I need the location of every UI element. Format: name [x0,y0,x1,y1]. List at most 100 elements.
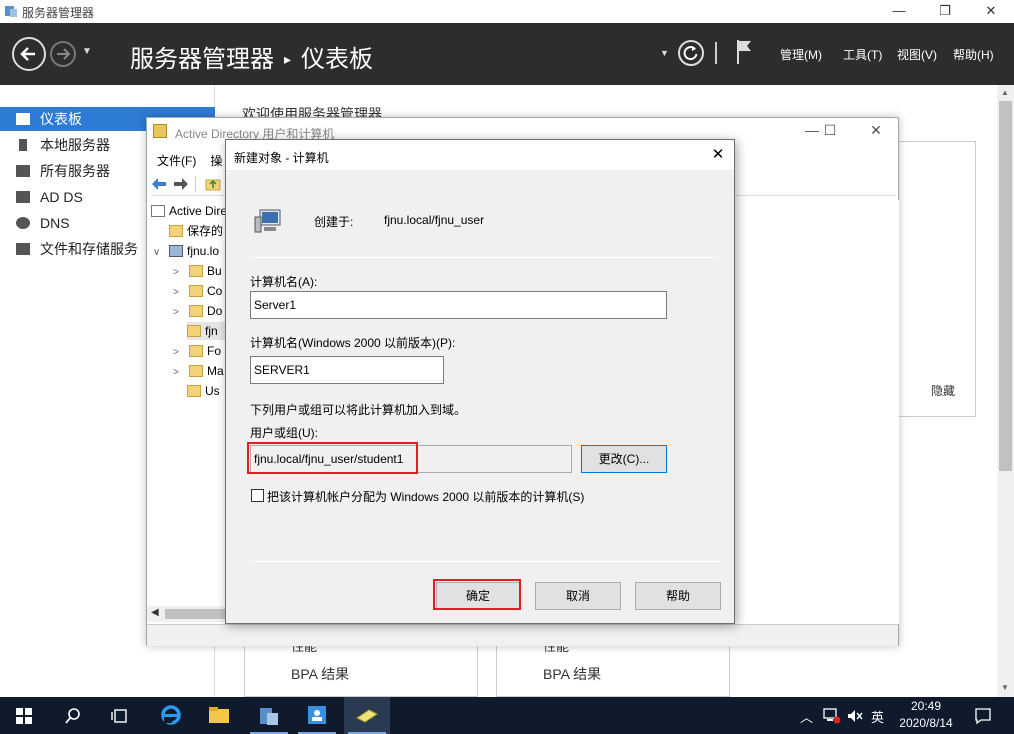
change-user-button[interactable]: 更改(C)... [581,445,667,473]
dashboard-tile [898,141,976,417]
close-button[interactable]: ✕ [968,0,1014,23]
dialog-close-button[interactable]: ✕ [704,144,732,166]
arrow-right-icon [57,48,71,60]
storage-icon [16,243,30,255]
windows-start-icon[interactable] [16,708,32,724]
expand-chevron-icon[interactable]: > [173,264,183,282]
back-arrow-icon[interactable] [151,177,167,191]
clock-date[interactable]: 2020/8/14 [896,716,956,730]
tree-item-selected[interactable]: fjn [187,322,227,340]
help-button[interactable]: 帮助 [635,582,721,610]
tree-item[interactable]: Active Direc [151,202,227,220]
volume-muted-icon[interactable] [846,708,864,724]
new-computer-dialog: 新建对象 - 计算机 ✕ 创建于: fjnu.local/fjnu_user 计… [225,139,735,624]
aduc-close-button[interactable]: ✕ [861,122,891,139]
legacy-name-label: 计算机名(Windows 2000 以前版本)(P): [250,336,456,350]
search-icon[interactable] [64,707,82,725]
expand-chevron-icon[interactable]: > [173,304,183,322]
forward-button[interactable] [50,41,76,67]
taskbar-server-manager[interactable] [246,697,292,734]
task-view-icon[interactable] [110,707,128,725]
tile-bpa-results[interactable]: BPA 结果 [291,664,349,684]
ou-folder-icon [187,325,201,337]
taskbar-file-explorer[interactable] [196,697,242,734]
legacy-computer-checkbox-label[interactable]: 把该计算机帐户分配为 Windows 2000 以前版本的计算机(S) [267,488,584,505]
minimize-button[interactable]: — [876,0,922,23]
taskbar-ie[interactable] [148,697,194,734]
expand-chevron-icon[interactable]: > [173,344,183,362]
main-scrollbar[interactable]: ▲ ▼ [997,85,1014,697]
ime-indicator[interactable]: 英 [871,707,884,726]
header-separator [715,42,717,64]
notification-flag-icon[interactable] [736,39,754,65]
tree-item[interactable]: Us [187,382,220,400]
breadcrumb-root: 服务器管理器 [130,46,274,73]
tree-item[interactable]: ∨ fjnu.lo [153,242,219,260]
legacy-computer-checkbox[interactable] [251,489,264,502]
sidebar-item-label: 本地服务器 [40,137,110,153]
ok-button[interactable]: 确定 [436,582,520,610]
computer-name-input[interactable] [250,291,667,319]
expand-chevron-icon[interactable]: > [173,284,183,302]
tree-item[interactable]: > Ma [173,362,224,380]
tree-item[interactable]: 保存的 [169,222,223,240]
tray-overflow-chevron-icon[interactable]: ︿ [800,707,813,726]
created-in-label: 创建于: [314,215,354,229]
collapse-chevron-icon[interactable]: ∨ [153,244,163,262]
server-manager-header: ▼ 服务器管理器 ▸ 仪表板 ▼ 管理(M) 工具(T) 视图(V) 帮助(H) [0,23,1014,85]
aduc-maximize-button[interactable]: ☐ [815,122,845,139]
sidebar-item-label: 仪表板 [40,111,82,127]
aduc-menu-file[interactable]: 文件(F) [157,154,196,168]
tile-bpa-results[interactable]: BPA 结果 [543,664,601,684]
breadcrumb-separator: ▸ [284,51,292,67]
forward-arrow-icon[interactable] [173,177,189,191]
scrollbar-thumb[interactable] [999,101,1012,471]
taskbar-active-app[interactable] [344,697,390,734]
sidebar-item-label: 所有服务器 [40,163,110,179]
tree-item[interactable]: > Fo [173,342,221,360]
refresh-icon [683,46,698,61]
tree-item-label: Active Direc [169,204,227,218]
cancel-button[interactable]: 取消 [535,582,621,610]
taskbar-aduc[interactable] [294,697,340,734]
aduc-app-icon [308,706,326,724]
servers-icon [16,165,30,177]
menu-tools[interactable]: 工具(T) [843,46,882,63]
file-explorer-icon [209,707,229,723]
aduc-app-icon [153,124,167,138]
history-dropdown-icon[interactable]: ▼ [82,46,92,57]
server-icon [19,139,27,151]
sidebar-item-label: AD DS [40,189,83,205]
notification-center-icon[interactable] [974,707,992,725]
tree-horizontal-scrollbar[interactable]: ◀ [147,606,227,622]
aduc-menu-action[interactable]: 操 [210,154,222,168]
join-hint-text: 下列用户或组可以将此计算机加入到域。 [250,403,467,417]
scroll-down-icon[interactable]: ▼ [1001,683,1009,692]
network-icon[interactable] [823,708,841,724]
tree-item[interactable]: > Bu [173,262,222,280]
tree-item[interactable]: > Co [173,282,222,300]
server-manager-icon [5,6,17,17]
expand-chevron-icon[interactable]: > [173,364,183,382]
computer-object-icon [356,709,378,723]
menu-manage[interactable]: 管理(M) [780,46,822,63]
dashboard-icon [16,113,30,125]
refresh-dropdown-icon[interactable]: ▼ [660,48,669,58]
menu-view[interactable]: 视图(V) [897,46,937,63]
legacy-name-input[interactable] [250,356,444,384]
breadcrumb: 服务器管理器 ▸ 仪表板 [130,39,373,74]
scrollbar-thumb[interactable] [165,609,225,619]
hide-link[interactable]: 隐藏 [931,382,955,399]
dialog-title: 新建对象 - 计算机 [234,151,329,165]
restore-button[interactable]: ❐ [922,0,968,23]
clock-time[interactable]: 20:49 [904,699,948,713]
scroll-up-icon[interactable]: ▲ [1001,88,1009,97]
folder-icon [189,285,203,297]
refresh-button[interactable] [678,40,704,66]
scroll-left-icon[interactable]: ◀ [151,607,159,618]
internet-explorer-icon [161,705,181,725]
up-folder-icon[interactable] [205,177,221,191]
tree-item[interactable]: > Do [173,302,222,320]
menu-help[interactable]: 帮助(H) [953,46,994,63]
back-button[interactable] [12,37,46,71]
